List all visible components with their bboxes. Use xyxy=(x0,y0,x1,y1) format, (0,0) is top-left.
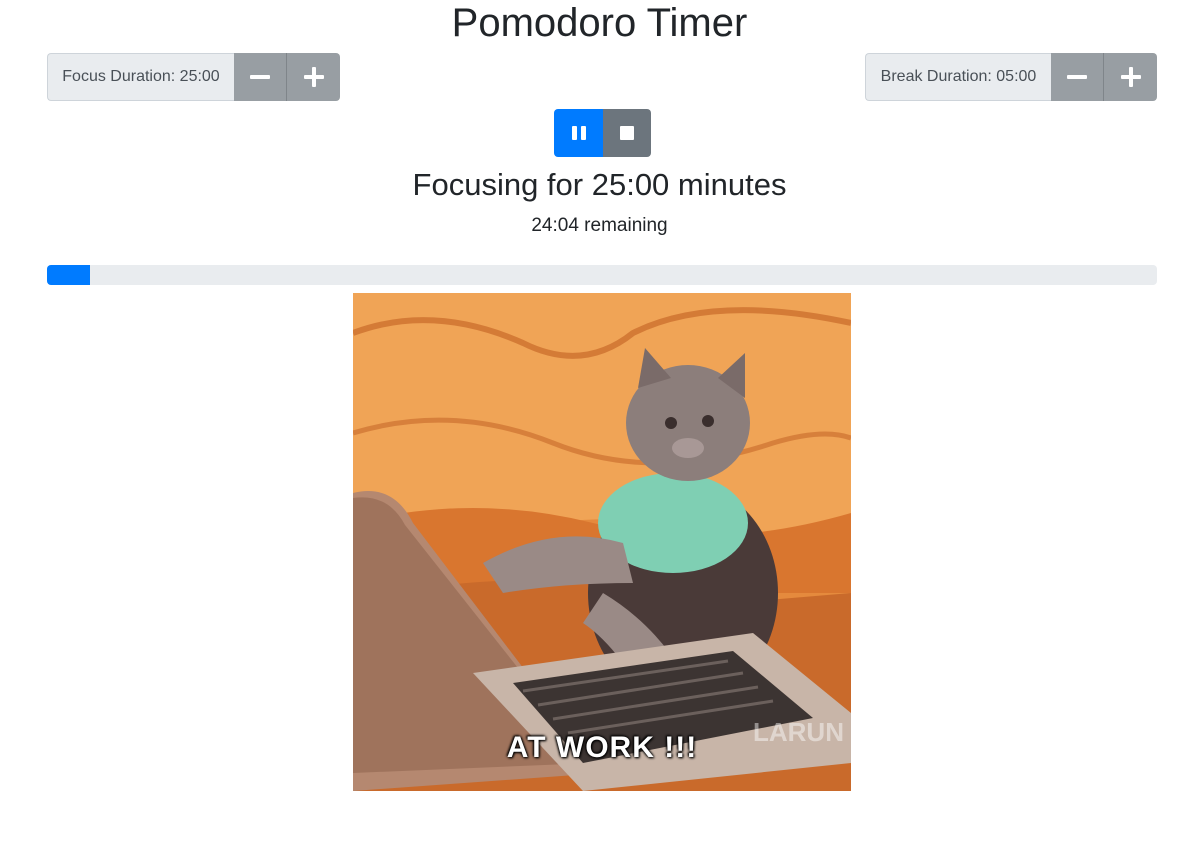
minus-icon xyxy=(250,75,270,79)
minus-icon xyxy=(1067,75,1087,79)
break-duration-group: Break Duration: 05:00 xyxy=(865,53,1157,101)
focus-decrease-button[interactable] xyxy=(234,53,287,101)
remaining-time: 24:04 remaining xyxy=(531,215,668,236)
cat-illustration: LARUN xyxy=(353,293,851,791)
break-duration-label: Break Duration: 05:00 xyxy=(865,53,1051,101)
gif-caption: AT WORK !!! xyxy=(506,731,698,764)
stop-icon xyxy=(620,126,634,140)
stop-button[interactable] xyxy=(603,109,651,157)
plus-icon xyxy=(1120,67,1141,87)
focus-increase-button[interactable] xyxy=(287,53,340,101)
progress-bar-fill xyxy=(47,265,91,285)
pomodoro-app: Pomodoro Timer Focus Duration: 25:00 Bre… xyxy=(0,0,1199,861)
timer-controls xyxy=(554,109,651,157)
page-title: Pomodoro Timer xyxy=(451,1,748,45)
plus-icon xyxy=(303,67,324,87)
focus-duration-label: Focus Duration: 25:00 xyxy=(47,53,234,101)
focus-duration-group: Focus Duration: 25:00 xyxy=(47,53,340,101)
status-heading: Focusing for 25:00 minutes xyxy=(412,167,787,202)
pause-icon xyxy=(571,126,586,140)
pause-button[interactable] xyxy=(554,109,603,157)
break-increase-button[interactable] xyxy=(1104,53,1157,101)
break-decrease-button[interactable] xyxy=(1051,53,1104,101)
progress-bar xyxy=(47,265,1157,285)
cat-at-work-gif: LARUN AT WORK !!! xyxy=(353,293,851,791)
